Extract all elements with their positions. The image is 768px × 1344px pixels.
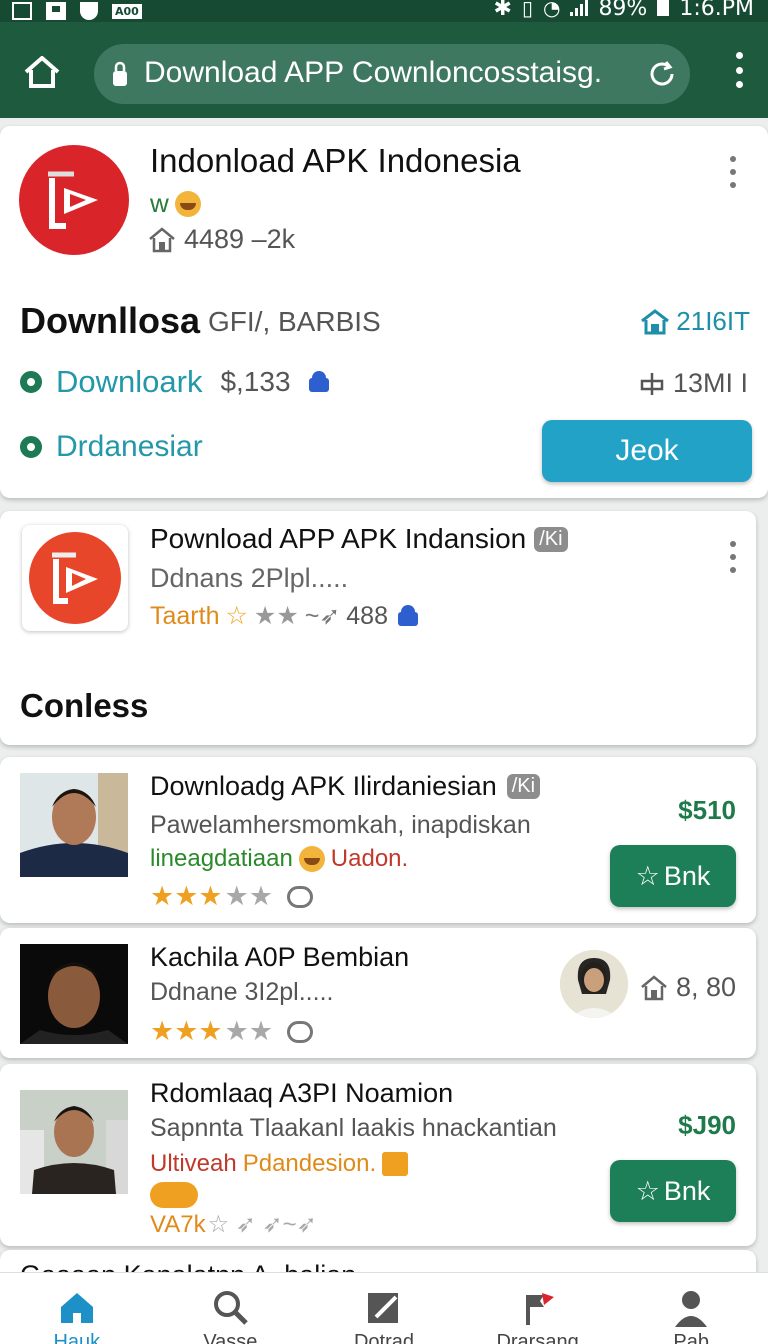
nav-search[interactable]: Vasse <box>154 1273 308 1344</box>
country-link[interactable]: Drdanesiar <box>56 430 203 464</box>
sparkle-icon: ☆ <box>635 1175 660 1206</box>
primary-action-button[interactable]: Jeok <box>542 420 752 482</box>
app-subtitle: Pawelamhersmomkah, inapdiskan <box>150 811 531 839</box>
address-bar[interactable]: Download APP Cownloncosstaisg. <box>94 44 690 104</box>
sparkle-icon: ☆ <box>635 860 660 891</box>
price: $510 <box>678 795 736 825</box>
featured-app-card[interactable]: Indonload APK Indonesia w 4489 –2k Downl… <box>0 126 768 498</box>
app-thumbnail <box>20 1090 128 1194</box>
app-title: Downloadg APK Ilirdaniesian /Ki <box>150 771 541 802</box>
app-subtitle: Ddnane 3I2pl..... <box>150 978 334 1006</box>
nav-label: Vasse <box>203 1331 258 1344</box>
store-badge[interactable]: 21I6IT <box>640 306 750 337</box>
android-icon <box>308 371 329 392</box>
notification-icon <box>46 2 66 20</box>
nav-label: Pab <box>673 1331 709 1344</box>
star-rating: VA7k ☆ ➶ ➶~➶ <box>150 1210 317 1239</box>
radio-dot-icon <box>20 371 42 393</box>
star-rating: ★★★ ★★ <box>150 881 314 912</box>
app-title: Indonload APK Indonesia <box>150 142 521 179</box>
home-outline-icon <box>149 226 175 252</box>
buy-button[interactable]: ☆ Bnk <box>610 845 736 907</box>
download-count: 8, 80 <box>640 972 736 1003</box>
home-outline-icon <box>641 974 667 1000</box>
url-text: Download APP Cownloncosstaisg. <box>144 56 603 89</box>
battery-icon <box>657 0 670 16</box>
avatar[interactable] <box>560 950 628 1018</box>
nav-flag[interactable]: Drarsang <box>461 1273 615 1344</box>
app-tag: /Ki <box>506 774 541 799</box>
chat-icon <box>287 1020 314 1043</box>
emoji-icon <box>298 846 325 872</box>
price-text: $,133 <box>220 366 291 397</box>
buy-button[interactable]: ☆ Bnk <box>610 1160 736 1222</box>
vibrate-icon: ▯ <box>521 0 533 20</box>
wifi-icon: ◔ <box>542 0 561 20</box>
star-rating: ★★★ ★★ <box>150 1016 314 1047</box>
screenshot-icon <box>12 2 32 20</box>
browser-toolbar: Download APP Cownloncosstaisg. <box>0 22 768 118</box>
store-icon <box>641 308 670 334</box>
nav-edit[interactable]: Dotrad <box>307 1273 461 1344</box>
radio-dot-icon <box>20 436 42 458</box>
more-vert-icon[interactable] <box>734 52 744 88</box>
app-card[interactable]: Pownload APP APK Indansion /Ki Ddnans 2P… <box>0 511 756 745</box>
app-rating: Taarth ☆ ★★ ~➶ 488 <box>150 601 422 631</box>
country-row[interactable]: Drdanesiar <box>20 430 203 464</box>
list-item[interactable]: Kachila A0P Bembian Ddnane 3I2pl..... ★★… <box>0 928 756 1058</box>
nav-home[interactable]: Hauk <box>0 1273 154 1344</box>
home-icon[interactable] <box>20 50 64 94</box>
signal-icon <box>570 0 589 16</box>
app-logo <box>22 525 128 631</box>
app-thumbnail <box>20 773 128 877</box>
price: $J90 <box>678 1110 736 1140</box>
size-icon <box>640 372 664 395</box>
app-title: Pownload APP APK Indansion /Ki <box>150 523 568 555</box>
more-vert-icon[interactable] <box>728 541 738 573</box>
shield-icon <box>80 2 98 20</box>
nav-label: Drarsang <box>496 1331 579 1344</box>
status-time: 1:6.PM <box>679 0 754 21</box>
app-subtitle: Sapnnta Tlaakanl laakis hnackantian <box>150 1114 557 1142</box>
app-tags: lineagdatiaan Uadon. <box>150 845 409 872</box>
size-info: 13MI I <box>639 368 748 399</box>
list-item[interactable]: Rdomlaaq A3PI Noamion Sapnnta Tlaakanl l… <box>0 1064 756 1246</box>
section-heading: Downllosa <box>20 300 201 341</box>
list-item[interactable]: Downloadg APK Ilirdaniesian /Ki Pawelamh… <box>0 757 756 923</box>
flag-icon <box>525 1293 554 1325</box>
bluetooth-icon: ✱ <box>493 0 512 21</box>
android-icon <box>398 605 418 626</box>
search-icon <box>214 1291 249 1325</box>
section-heading: Conless <box>20 687 149 724</box>
more-vert-icon[interactable] <box>728 156 738 188</box>
home-icon <box>60 1293 93 1323</box>
chat-icon <box>287 885 314 908</box>
reload-icon[interactable] <box>646 58 678 90</box>
box-icon <box>382 1152 409 1176</box>
download-link[interactable]: Downloark <box>56 364 202 400</box>
app-tags: Ultiveah Pdandesion. <box>150 1150 409 1178</box>
nav-profile[interactable]: Pab <box>614 1273 768 1344</box>
app-stats: 4489 –2k <box>148 224 295 255</box>
app-subtitle: Ddnans 2Plpl..... <box>150 563 349 593</box>
edit-icon <box>367 1293 398 1323</box>
emoji-icon <box>174 190 201 217</box>
status-tag: A00 <box>112 3 142 19</box>
lock-icon <box>112 61 128 87</box>
profile-icon <box>675 1291 708 1327</box>
nav-label: Dotrad <box>353 1331 414 1344</box>
nav-label: Hauk <box>53 1331 101 1344</box>
battery-text: 89% <box>598 0 648 21</box>
developer-label: w <box>150 188 201 219</box>
app-tag: /Ki <box>534 526 568 552</box>
status-bar: A00 ✱ ▯ ◔ 89% 1:6.PM <box>0 0 768 22</box>
section-subheading: GFI/, BARBIS <box>208 306 381 337</box>
app-title: Rdomlaaq A3PI Noamion <box>150 1078 454 1108</box>
badge-icon <box>150 1182 198 1208</box>
bottom-navigation: Hauk Vasse Dotrad Drarsang Pab <box>0 1272 768 1344</box>
app-logo <box>18 144 130 256</box>
app-title: Kachila A0P Bembian <box>150 942 410 972</box>
app-thumbnail <box>20 944 128 1044</box>
download-row[interactable]: Downloark $,133 <box>20 364 333 400</box>
